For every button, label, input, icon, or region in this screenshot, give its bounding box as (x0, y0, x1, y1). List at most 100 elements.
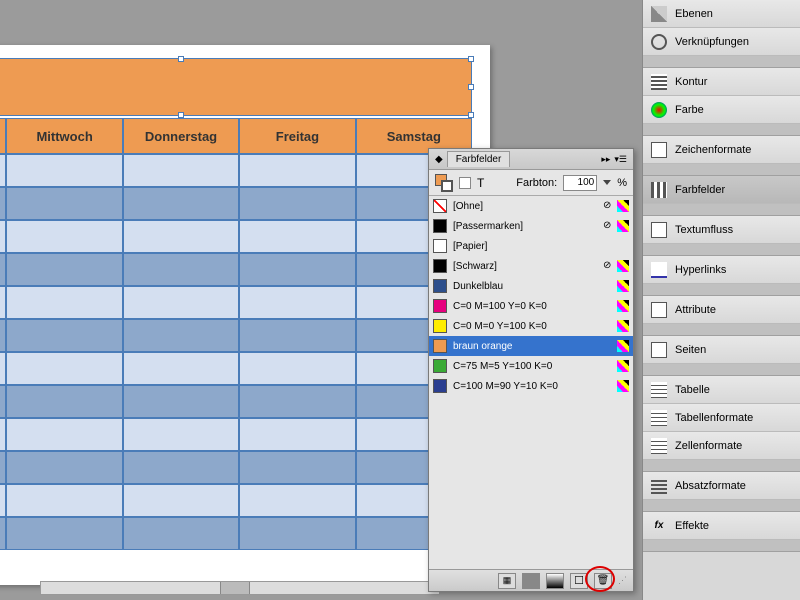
panel-item-color[interactable]: Farbe (643, 96, 800, 124)
object-formatting-icon[interactable] (459, 177, 471, 189)
calendar-cell[interactable] (6, 187, 122, 220)
calendar-cell[interactable] (123, 385, 239, 418)
collapse-icon[interactable]: ◆ (435, 154, 443, 165)
tint-input[interactable] (563, 175, 597, 191)
panel-item-layers[interactable]: Ebenen (643, 0, 800, 28)
calendar-cell[interactable] (239, 286, 355, 319)
panel-gap (643, 124, 800, 136)
fill-stroke-toggle[interactable] (435, 174, 453, 192)
selected-frame[interactable] (0, 58, 472, 116)
horizontal-scrollbar[interactable] (40, 581, 440, 595)
color-mode-icon (617, 280, 629, 292)
textwrap-icon (651, 222, 667, 238)
calendar-cell[interactable] (6, 517, 122, 550)
calendar-cell[interactable] (123, 154, 239, 187)
calendar-cell[interactable] (239, 385, 355, 418)
calendar-cell[interactable] (123, 484, 239, 517)
calendar-cell[interactable] (123, 253, 239, 286)
swatch-name: C=0 M=0 Y=100 K=0 (453, 321, 611, 332)
calendar-cell[interactable] (239, 253, 355, 286)
panel-item-tablestyles[interactable]: Tabellenformate (643, 404, 800, 432)
calendar-cell[interactable] (6, 154, 122, 187)
calendar-header-cell[interactable]: Freitag (239, 118, 355, 154)
panel-item-parastyles[interactable]: Absatzformate (643, 472, 800, 500)
panel-item-label: Tabelle (675, 384, 710, 396)
panel-header[interactable]: ◆ Farbfelder ▸▸ ▾☰ (429, 149, 633, 170)
panel-tab-title[interactable]: Farbfelder (447, 151, 511, 167)
calendar-cell[interactable] (6, 484, 122, 517)
stroke-icon[interactable] (441, 180, 453, 192)
calendar-cell[interactable] (6, 286, 122, 319)
calendar-cell[interactable] (239, 517, 355, 550)
panel-item-swatches[interactable]: Farbfelder (643, 176, 800, 204)
show-swatch-kinds-button[interactable]: ▦ (498, 573, 516, 589)
panel-item-hyperlinks[interactable]: Hyperlinks (643, 256, 800, 284)
panel-item-links[interactable]: Verknüpfungen (643, 28, 800, 56)
panel-item-label: Hyperlinks (675, 264, 726, 276)
calendar-cell[interactable] (6, 418, 122, 451)
resize-handle[interactable] (178, 56, 184, 62)
calendar-cell[interactable] (6, 253, 122, 286)
calendar-cell[interactable] (123, 418, 239, 451)
calendar-cell[interactable] (239, 418, 355, 451)
panel-gap (643, 364, 800, 376)
panel-item-attributes[interactable]: Attribute (643, 296, 800, 324)
swatch-row[interactable]: Dunkelblau (429, 276, 633, 296)
calendar-header-cell[interactable]: Mittwoch (6, 118, 122, 154)
new-swatch-button[interactable]: ☐ (570, 573, 588, 589)
calendar-table[interactable]: agMittwochDonnerstagFreitagSamstag (0, 118, 472, 550)
swatch-row[interactable]: [Papier] (429, 236, 633, 256)
swatches-panel[interactable]: ◆ Farbfelder ▸▸ ▾☰ T Farbton: % [Ohne]⊘[… (428, 148, 634, 592)
calendar-cell[interactable] (239, 187, 355, 220)
swatch-row[interactable]: C=75 M=5 Y=100 K=0 (429, 356, 633, 376)
panel-item-charstyles[interactable]: Zeichenformate (643, 136, 800, 164)
calendar-cell[interactable] (123, 319, 239, 352)
panel-item-label: Absatzformate (675, 480, 746, 492)
show-gradient-swatches-button[interactable] (546, 573, 564, 589)
swatch-row[interactable]: [Ohne]⊘ (429, 196, 633, 216)
calendar-cell[interactable] (123, 286, 239, 319)
panel-item-pages[interactable]: Seiten (643, 336, 800, 364)
panel-item-stroke[interactable]: Kontur (643, 68, 800, 96)
panel-item-cellstyles[interactable]: Zellenformate (643, 432, 800, 460)
calendar-cell[interactable] (239, 352, 355, 385)
calendar-cell[interactable] (6, 451, 122, 484)
swatch-row[interactable]: C=0 M=100 Y=0 K=0 (429, 296, 633, 316)
calendar-header-cell[interactable]: Donnerstag (123, 118, 239, 154)
calendar-cell[interactable] (123, 187, 239, 220)
resize-handle[interactable] (468, 56, 474, 62)
calendar-cell[interactable] (6, 385, 122, 418)
delete-swatch-button[interactable]: 🗑 (594, 573, 612, 589)
calendar-cell[interactable] (239, 319, 355, 352)
swatch-row[interactable]: [Passermarken]⊘ (429, 216, 633, 236)
panel-item-table[interactable]: Tabelle (643, 376, 800, 404)
show-color-swatches-button[interactable] (522, 573, 540, 589)
calendar-cell[interactable] (239, 451, 355, 484)
effects-icon: fx (651, 518, 667, 534)
calendar-cell[interactable] (239, 220, 355, 253)
resize-grip-icon[interactable]: ⋰ (618, 575, 627, 586)
calendar-cell[interactable] (123, 220, 239, 253)
calendar-cell[interactable] (239, 484, 355, 517)
calendar-cell[interactable] (239, 154, 355, 187)
resize-handle[interactable] (468, 84, 474, 90)
calendar-cell[interactable] (6, 319, 122, 352)
panel-item-effects[interactable]: fxEffekte (643, 512, 800, 540)
swatch-row[interactable]: C=0 M=0 Y=100 K=0 (429, 316, 633, 336)
calendar-cell[interactable] (6, 220, 122, 253)
panel-collapse-icon[interactable]: ▸▸ (601, 154, 610, 165)
calendar-cell[interactable] (123, 352, 239, 385)
text-formatting-icon[interactable]: T (477, 176, 484, 190)
swatch-row[interactable]: braun orange (429, 336, 633, 356)
swatch-row[interactable]: C=100 M=90 Y=10 K=0 (429, 376, 633, 396)
calendar-cell[interactable] (123, 517, 239, 550)
hyperlinks-icon (651, 262, 667, 278)
calendar-cell[interactable] (6, 352, 122, 385)
swatch-list[interactable]: [Ohne]⊘[Passermarken]⊘[Papier][Schwarz]⊘… (429, 196, 633, 568)
calendar-cell[interactable] (123, 451, 239, 484)
panel-menu-icon[interactable]: ▾☰ (614, 154, 627, 165)
tint-dropdown-icon[interactable] (603, 180, 611, 185)
panel-item-textwrap[interactable]: Textumfluss (643, 216, 800, 244)
scrollbar-thumb[interactable] (220, 582, 250, 594)
swatch-row[interactable]: [Schwarz]⊘ (429, 256, 633, 276)
